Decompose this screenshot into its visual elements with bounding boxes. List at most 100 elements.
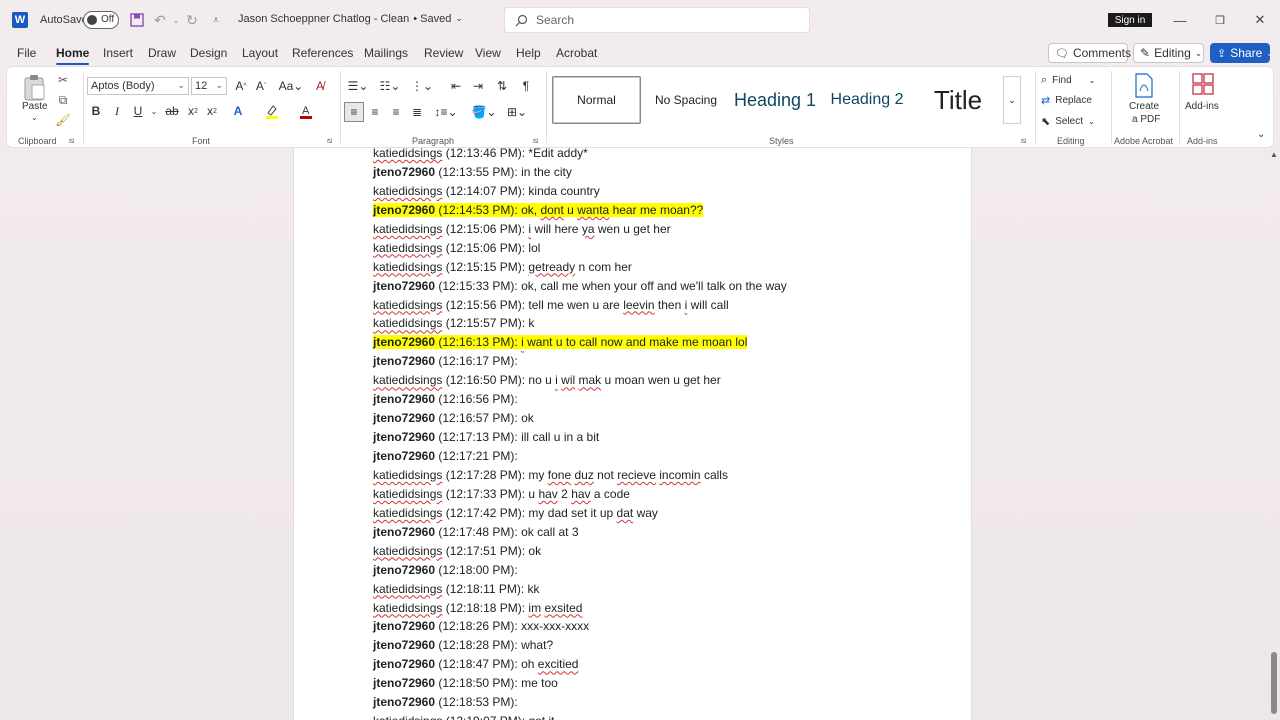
grow-font-icon[interactable]: A ^ [232, 77, 250, 95]
tab-insert[interactable]: Insert [103, 46, 133, 60]
scrollbar-thumb[interactable] [1271, 652, 1277, 714]
dialog-launcher-icon[interactable]: ⧅ [69, 136, 74, 146]
share-button[interactable]: ⇪ Share ⌄ [1210, 43, 1274, 63]
superscript-icon[interactable]: x2 [203, 102, 221, 120]
font-name-box[interactable]: Aptos (Body) ⌄ [87, 77, 189, 95]
format-painter-icon[interactable]: 🖌 [54, 111, 72, 129]
replace-button[interactable]: ⇄ Replace [1041, 91, 1111, 109]
chat-line[interactable]: jteno72960 (12:18:53 PM): [373, 693, 933, 712]
chat-line[interactable]: jteno72960 (12:18:00 PM): [373, 561, 933, 580]
decrease-indent-icon[interactable]: ⇤ [447, 77, 465, 95]
shading-icon[interactable]: 🪣⌄ [469, 103, 499, 121]
select-button[interactable]: ⬉ Select ⌄ [1041, 112, 1111, 130]
copy-icon[interactable]: ⧉ [54, 91, 72, 109]
vertical-scrollbar[interactable]: ▲ [1268, 148, 1280, 720]
chat-line[interactable]: katiedidsings (12:18:11 PM): kk [373, 580, 933, 599]
chat-line[interactable]: jteno72960 (12:15:33 PM): ok, call me wh… [373, 277, 933, 296]
redo-icon[interactable]: ↻ [182, 10, 202, 30]
align-left-icon[interactable]: ≡ [344, 102, 364, 122]
document-title[interactable]: Jason Schoeppner Chatlog - Clean • Saved… [238, 13, 463, 25]
chat-line[interactable]: katiedidsings (12:17:51 PM): ok [373, 542, 933, 561]
chat-line[interactable]: jteno72960 (12:17:48 PM): ok call at 3 [373, 523, 933, 542]
chat-line[interactable]: katiedidsings (12:15:15 PM): getready n … [373, 258, 933, 277]
chat-line[interactable]: jteno72960 (12:16:56 PM): [373, 390, 933, 409]
chat-line[interactable]: jteno72960 (12:16:57 PM): ok [373, 409, 933, 428]
highlight-color-icon[interactable] [263, 102, 281, 120]
clear-formatting-icon[interactable]: A̸ [311, 77, 329, 95]
tab-acrobat[interactable]: Acrobat [556, 46, 597, 60]
chat-line[interactable]: jteno72960 (12:16:13 PM): i want u to ca… [373, 333, 933, 352]
tab-view[interactable]: View [475, 46, 501, 60]
restore-icon[interactable]: ❐ [1210, 11, 1230, 29]
style-title[interactable]: Title [914, 76, 1002, 124]
save-icon[interactable] [127, 10, 147, 30]
align-right-icon[interactable]: ≡ [387, 103, 405, 121]
chevron-down-icon[interactable]: ⌄ [31, 113, 38, 122]
chat-log-body[interactable]: katiedidsings (12:13:46 PM): *Edit addy*… [373, 148, 933, 720]
tab-help[interactable]: Help [516, 46, 541, 60]
show-formatting-marks-icon[interactable]: ¶ [517, 77, 535, 95]
style-no-spacing[interactable]: No Spacing [645, 76, 727, 124]
font-color-icon[interactable]: A [297, 102, 315, 120]
shrink-font-icon[interactable]: Aˇ [252, 77, 270, 95]
justify-icon[interactable]: ≣ [408, 103, 426, 121]
close-icon[interactable]: ✕ [1250, 11, 1270, 29]
style-heading-1[interactable]: Heading 1 [734, 76, 818, 124]
chat-line[interactable]: jteno72960 (12:17:13 PM): ill call u in … [373, 428, 933, 447]
italic-icon[interactable]: I [108, 102, 126, 120]
chat-line[interactable]: katiedidsings (12:13:46 PM): *Edit addy* [373, 148, 933, 163]
chat-line[interactable]: katiedidsings (12:15:57 PM): k [373, 314, 933, 333]
style-normal[interactable]: Normal [552, 76, 641, 124]
chat-line[interactable]: katiedidsings (12:18:18 PM): im exsited [373, 599, 933, 618]
tab-references[interactable]: References [292, 46, 353, 60]
chat-line[interactable]: jteno72960 (12:13:55 PM): in the city [373, 163, 933, 182]
cut-icon[interactable]: ✂ [54, 71, 72, 89]
font-size-box[interactable]: 12 ⌄ [191, 77, 227, 95]
paste-button[interactable] [21, 73, 49, 103]
chat-line[interactable]: katiedidsings (12:17:28 PM): my fone duz… [373, 466, 933, 485]
borders-icon[interactable]: ⊞⌄ [503, 103, 531, 121]
tab-home[interactable]: Home [56, 46, 90, 65]
chat-line[interactable]: jteno72960 (12:16:17 PM): [373, 352, 933, 371]
bullets-icon[interactable]: ☰⌄ [345, 77, 371, 95]
chat-line[interactable]: katiedidsings (12:17:33 PM): u hav 2 hav… [373, 485, 933, 504]
multilevel-list-icon[interactable]: ⋮⌄ [409, 77, 435, 95]
bold-icon[interactable]: B [87, 102, 105, 120]
add-ins-button[interactable] [1191, 71, 1215, 97]
chat-line[interactable]: katiedidsings (12:19:07 PM): got it [373, 712, 933, 720]
autosave-toggle[interactable]: Off [83, 11, 119, 29]
chat-line[interactable]: jteno72960 (12:14:53 PM): ok, dont u wan… [373, 201, 933, 220]
chat-line[interactable]: jteno72960 (12:18:47 PM): oh excitied [373, 655, 933, 674]
line-spacing-icon[interactable]: ↕≡⌄ [431, 103, 461, 121]
strikethrough-icon[interactable]: ab [163, 102, 181, 120]
create-pdf-button[interactable] [1127, 71, 1161, 101]
minimize-icon[interactable]: — [1170, 11, 1190, 29]
collapse-ribbon-icon[interactable]: ⌄ [1257, 129, 1265, 140]
align-center-icon[interactable]: ≡ [366, 103, 384, 121]
comments-button[interactable]: 🗨 Comments [1048, 43, 1131, 63]
chevron-down-icon[interactable]: ⌄ [145, 102, 163, 120]
chat-line[interactable]: katiedidsings (12:16:50 PM): no u i wil … [373, 371, 933, 390]
chat-line[interactable]: katiedidsings (12:15:06 PM): lol [373, 239, 933, 258]
tab-design[interactable]: Design [190, 46, 227, 60]
dialog-launcher-icon[interactable]: ⧅ [1021, 136, 1026, 146]
tab-file[interactable]: File [17, 46, 36, 60]
customize-toolbar-icon[interactable]: ⩡ [206, 10, 226, 30]
document-page[interactable]: katiedidsings (12:13:46 PM): *Edit addy*… [293, 148, 972, 720]
style-heading-2[interactable]: Heading 2 [826, 76, 908, 124]
tab-draw[interactable]: Draw [148, 46, 176, 60]
styles-more-icon[interactable]: ⌄ [1003, 76, 1021, 124]
search-box[interactable]: Search [504, 7, 810, 33]
chat-line[interactable]: katiedidsings (12:14:07 PM): kinda count… [373, 182, 933, 201]
tab-review[interactable]: Review [424, 46, 463, 60]
change-case-icon[interactable]: Aa⌄ [277, 77, 305, 95]
increase-indent-icon[interactable]: ⇥ [469, 77, 487, 95]
sign-in-button[interactable]: Sign in [1108, 13, 1152, 27]
chat-line[interactable]: katiedidsings (12:15:56 PM): tell me wen… [373, 296, 933, 315]
sort-icon[interactable]: ⇅ [493, 77, 511, 95]
dialog-launcher-icon[interactable]: ⧅ [533, 136, 538, 146]
chat-line[interactable]: katiedidsings (12:15:06 PM): i will here… [373, 220, 933, 239]
chat-line[interactable]: jteno72960 (12:18:26 PM): xxx-xxx-xxxx [373, 617, 933, 636]
scroll-up-icon[interactable]: ▲ [1270, 150, 1278, 159]
numbering-icon[interactable]: ☷⌄ [377, 77, 403, 95]
